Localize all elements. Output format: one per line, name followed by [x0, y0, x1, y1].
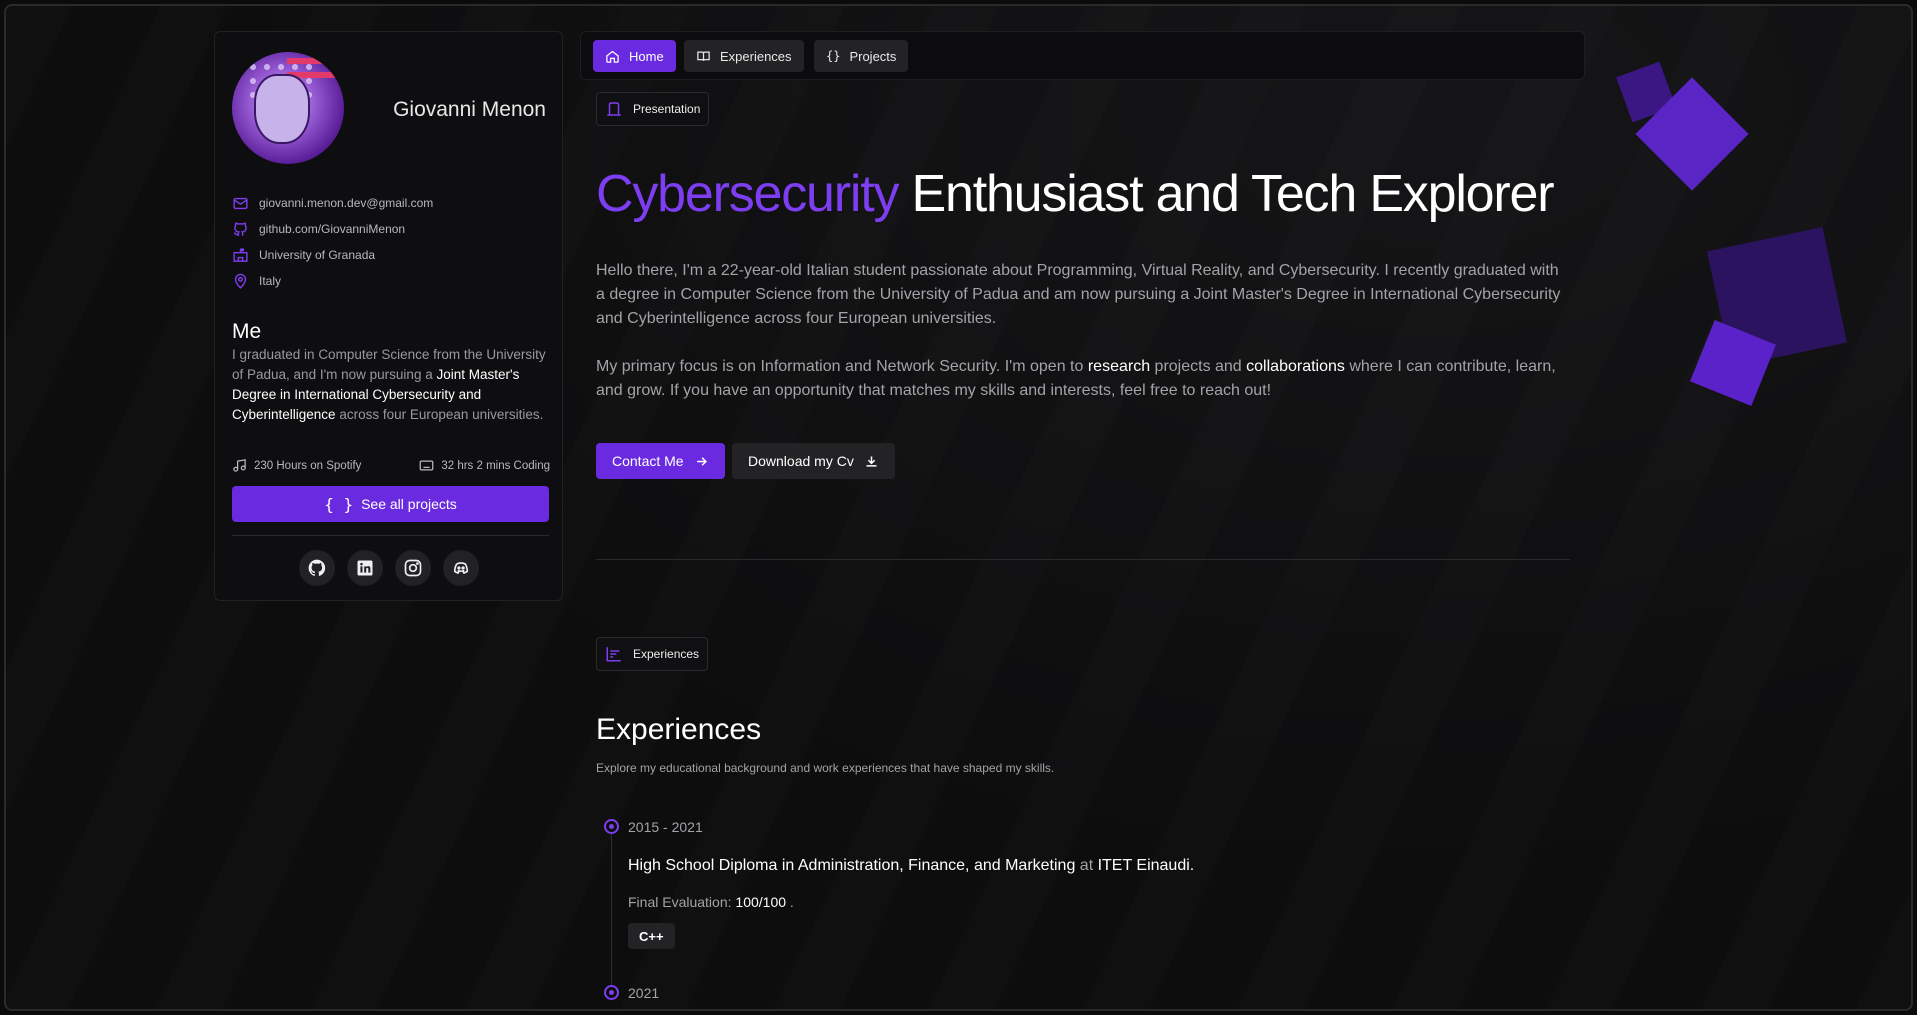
top-navigation: Home Experiences {} Projects: [580, 31, 1585, 80]
github-icon: [233, 221, 247, 236]
coding-stat: 32 hrs 2 mins Coding: [419, 458, 550, 473]
arrow-right-icon: [696, 456, 707, 466]
profile-name: Giovanni Menon: [393, 98, 546, 121]
book-icon: [697, 51, 710, 61]
tab-projects[interactable]: {} Projects: [814, 40, 909, 72]
timeline-dot: [604, 985, 619, 1000]
braces-icon: {}: [826, 49, 841, 63]
page-frame: Giovanni Menon giovanni.menon.dev@gmail.…: [4, 4, 1913, 1011]
tab-home[interactable]: Home: [593, 40, 676, 72]
section-divider: [596, 559, 1570, 560]
home-icon: [606, 50, 619, 63]
social-links: [299, 550, 479, 586]
discord-icon: [453, 562, 469, 574]
download-cv-button[interactable]: Download my Cv: [732, 443, 895, 479]
spotify-stat: 230 Hours on Spotify: [232, 458, 361, 473]
timeline-entry-title: High School Diploma in Administration, F…: [628, 857, 1195, 874]
experiences-subtitle: Explore my educational background and wo…: [596, 761, 1055, 775]
tab-experiences[interactable]: Experiences: [684, 40, 804, 72]
hero-intro: Hello there, I'm a 22-year-old Italian s…: [596, 262, 1561, 327]
braces-icon: { }: [324, 494, 354, 514]
me-description: I graduated in Computer Science from the…: [232, 347, 546, 422]
timeline-dot: [604, 819, 619, 834]
github-link[interactable]: [299, 550, 335, 586]
timeline-evaluation: Final Evaluation: 100/100 .: [628, 894, 794, 910]
keyboard-icon: [419, 460, 434, 471]
avatar: [232, 52, 344, 164]
contact-me-button[interactable]: Contact Me: [596, 443, 725, 479]
profile-card: Giovanni Menon giovanni.menon.dev@gmail.…: [214, 31, 563, 601]
see-all-projects-button[interactable]: { } See all projects: [232, 486, 549, 522]
timeline-date: 2015 - 2021: [628, 819, 703, 835]
instagram-link[interactable]: [395, 550, 431, 586]
presentation-chip: Presentation: [596, 92, 710, 126]
presentation-icon: [607, 102, 621, 116]
stats-row: 230 Hours on Spotify 32 hrs 2 mins Codin…: [232, 458, 550, 473]
mail-icon: [233, 197, 248, 209]
download-icon: [866, 456, 877, 467]
skill-tag: C++: [628, 923, 675, 949]
contact-email[interactable]: giovanni.menon.dev@gmail.com: [232, 190, 433, 216]
hero-focus: My primary focus is on Information and N…: [596, 358, 1556, 399]
music-note-icon: [233, 459, 246, 472]
contact-university: University of Granada: [232, 242, 433, 268]
contact-location: Italy: [232, 268, 433, 294]
linkedin-icon: [357, 560, 373, 576]
instagram-icon: [404, 559, 422, 577]
me-heading: Me: [232, 320, 262, 343]
github-icon: [308, 559, 326, 576]
experiences-title: Experiences: [596, 713, 762, 746]
timeline-date: 2021: [628, 985, 660, 1001]
bar-chart-icon: [606, 647, 621, 662]
linkedin-link[interactable]: [347, 550, 383, 586]
contact-github[interactable]: github.com/GiovanniMenon: [232, 216, 433, 242]
divider: [232, 535, 549, 536]
research-link[interactable]: research: [1088, 358, 1150, 375]
hero-headline: Cybersecurity Enthusiast and Tech Explor…: [596, 165, 1555, 223]
collaborations-link[interactable]: collaborations: [1246, 358, 1345, 375]
school-icon: [233, 247, 248, 262]
location-pin-icon: [234, 273, 247, 289]
discord-link[interactable]: [443, 550, 479, 586]
experiences-chip: Experiences: [596, 637, 709, 671]
timeline-line: [611, 834, 612, 994]
contact-list: giovanni.menon.dev@gmail.com github.com/…: [232, 190, 433, 294]
